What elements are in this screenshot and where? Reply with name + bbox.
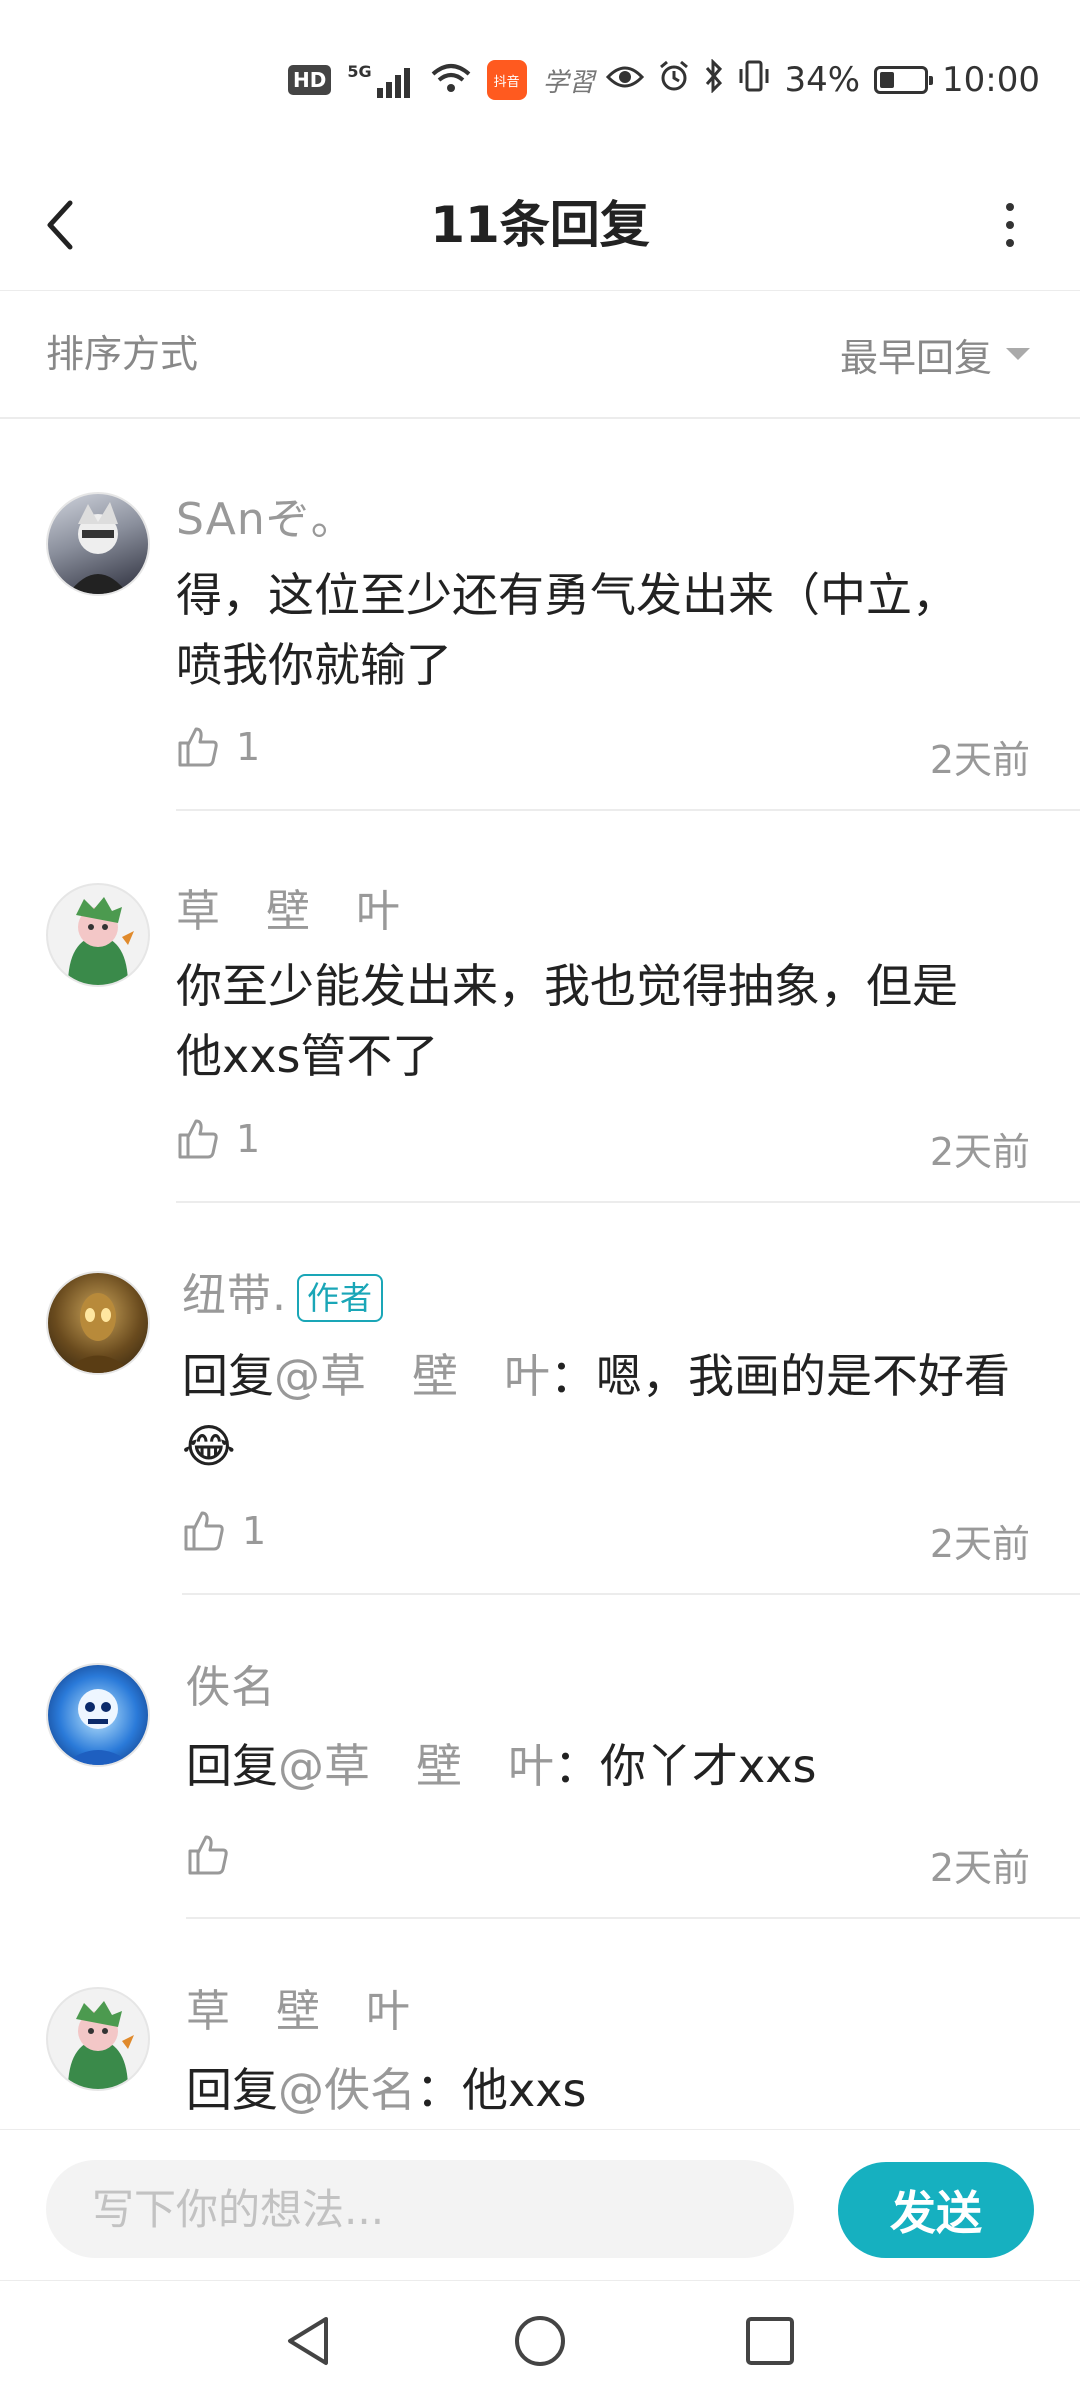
clock: 10:00 (942, 60, 1040, 100)
signal-icon: 5G (347, 62, 414, 98)
comment-username[interactable]: 纽带. 作者 (182, 1259, 384, 1323)
reply-prefix: 回复 (186, 1739, 278, 1793)
thumbs-up-icon (178, 1119, 218, 1159)
chevron-down-icon (1006, 348, 1030, 360)
comment-time: 2天前 (929, 1130, 1030, 1174)
comment-text: 回复@草 壁 叶：你丫才xxs (186, 1731, 1026, 1801)
alarm-icon (658, 60, 690, 101)
comment-time: 2天前 (929, 1846, 1030, 1890)
comment-text: 得，这位至少还有勇气发出来（中立， 喷我你就输了 (176, 568, 958, 692)
xuexi-icon: 学習 (542, 67, 595, 98)
comment-username[interactable]: 草 壁 叶 (176, 875, 401, 939)
status-left-icons: HD 5G 抖音 学習 (288, 58, 595, 102)
avatar[interactable] (46, 1987, 150, 2091)
nav-back-button[interactable] (268, 2301, 348, 2381)
sort-dropdown[interactable]: 最早回复 (840, 291, 1030, 417)
comment-item: 草 壁 叶 你至少能发出来，我也觉得抽象，但是 他xxs管不了 1 2天前 (0, 811, 1080, 1203)
comment-username[interactable]: SAnぞ。 (176, 483, 356, 547)
app-notification-icon: 抖音 (486, 60, 527, 100)
triangle-back-icon (288, 2317, 328, 2365)
battery-percent: 34% (784, 60, 861, 100)
mention-link[interactable]: @草 壁 叶 (274, 1349, 550, 1403)
avatar[interactable] (46, 492, 150, 596)
back-button[interactable] (40, 185, 120, 265)
nav-recents-button[interactable] (730, 2301, 810, 2381)
comment-input-bar: 发送 (0, 2129, 1080, 2280)
comment-username[interactable]: 佚名 (186, 1651, 276, 1715)
avatar[interactable] (46, 1663, 150, 1767)
page-title: 11条回复 (430, 196, 650, 254)
back-icon (47, 200, 73, 250)
mention-link[interactable]: @佚名 (278, 2063, 416, 2117)
reply-prefix: 回复 (182, 1349, 274, 1403)
reply-prefix: 回复 (186, 2063, 278, 2117)
reply-text: ：嗯，我画的是不好看 (550, 1349, 1010, 1403)
like-button[interactable]: 1 (176, 1117, 260, 1161)
thumbs-up-icon (184, 1511, 224, 1551)
author-badge: 作者 (297, 1274, 384, 1322)
more-icon (1006, 203, 1014, 211)
comment-item: 纽带. 作者 回复@草 壁 叶：嗯，我画的是不好看 😂 1 2天前 (0, 1203, 1080, 1595)
thumbs-up-icon (178, 727, 218, 767)
avatar[interactable] (46, 883, 150, 987)
comment-time: 2天前 (929, 738, 1030, 782)
reply-text: ：你丫才xxs (554, 1739, 817, 1793)
vibrate-icon (738, 59, 770, 102)
battery-icon (874, 66, 934, 94)
send-button[interactable]: 发送 (838, 2162, 1034, 2258)
comment-item: 草 壁 叶 回复@佚名：他xxs (0, 1919, 1080, 2129)
eye-icon (606, 60, 645, 100)
network-type: 5G (347, 62, 372, 81)
wifi-icon (431, 62, 471, 98)
comment-time: 2天前 (929, 1522, 1030, 1566)
more-button[interactable] (970, 185, 1050, 265)
hd-icon: HD (288, 65, 332, 95)
comment-text: 回复@佚名：他xxs (186, 2055, 1026, 2125)
like-count: 1 (242, 1509, 267, 1553)
comment-list[interactable]: SAnぞ。 得，这位至少还有勇气发出来（中立， 喷我你就输了 1 2天前 草 壁… (0, 419, 1080, 2129)
comment-item: SAnぞ。 得，这位至少还有勇气发出来（中立， 喷我你就输了 1 2天前 (0, 419, 1080, 811)
like-count: 1 (236, 1117, 261, 1161)
comment-text: 回复@草 壁 叶：嗯，我画的是不好看 😂 (182, 1341, 1022, 1481)
reply-text: ：他xxs (416, 2063, 587, 2117)
sort-bar: 排序方式 最早回复 (0, 291, 1080, 419)
comment-input[interactable] (46, 2160, 794, 2258)
comment-username[interactable]: 草 壁 叶 (186, 1975, 411, 2039)
square-recents-icon (746, 2317, 794, 2365)
comment-text: 你至少能发出来，我也觉得抽象，但是 他xxs管不了 (176, 959, 958, 1083)
laughing-emoji-icon: 😂 (182, 1419, 236, 1473)
like-button[interactable]: 1 (182, 1509, 266, 1553)
status-right-icons: 34% 10:00 (606, 57, 1040, 102)
like-button[interactable] (186, 1833, 246, 1877)
username-text: 纽带. (182, 1270, 287, 1321)
header: 11条回复 (0, 160, 1080, 291)
bluetooth-icon (704, 57, 724, 102)
avatar[interactable] (46, 1271, 150, 1375)
system-nav-bar (0, 2280, 1080, 2401)
sort-selected: 最早回复 (839, 335, 992, 380)
like-count: 1 (236, 725, 261, 769)
comment-item: 佚名 回复@草 壁 叶：你丫才xxs 2天前 (0, 1595, 1080, 1919)
circle-home-icon (515, 2316, 565, 2366)
like-button[interactable]: 1 (176, 725, 260, 769)
thumbs-up-icon (188, 1835, 228, 1875)
nav-home-button[interactable] (500, 2301, 580, 2381)
mention-link[interactable]: @草 壁 叶 (278, 1739, 554, 1793)
sort-label: 排序方式 (46, 332, 199, 376)
status-bar: HD 5G 抖音 学習 34% 10:00 (0, 0, 1080, 160)
